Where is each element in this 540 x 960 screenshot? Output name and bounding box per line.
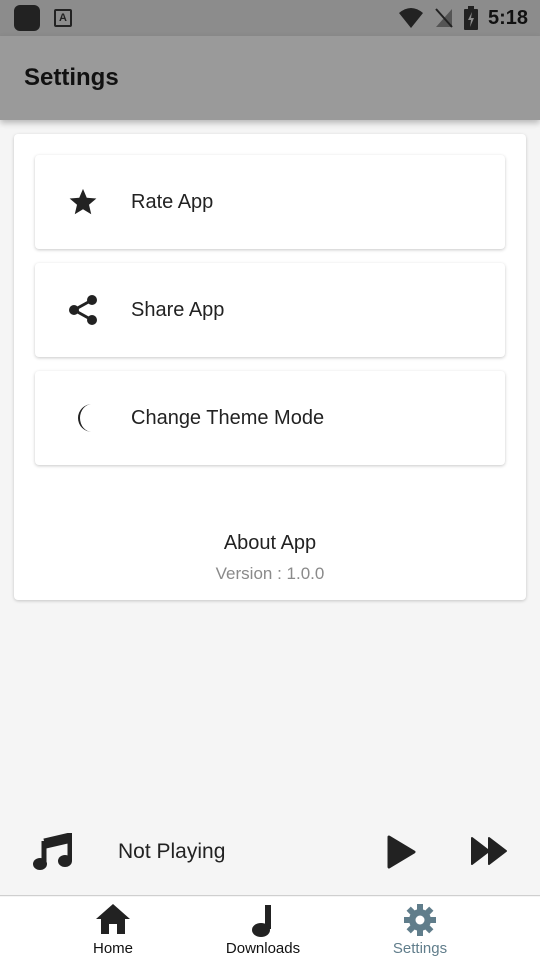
now-playing-text: Not Playing — [118, 840, 226, 863]
play-button[interactable] — [386, 835, 416, 874]
app-notification-icon — [14, 5, 40, 31]
share-icon — [35, 294, 131, 326]
share-app-option[interactable]: Share App — [35, 263, 505, 357]
nav-label: Home — [92, 940, 133, 957]
no-signal-icon — [435, 8, 453, 28]
status-icons: 5:18 — [398, 0, 528, 36]
mini-player: Not Playing — [0, 808, 540, 896]
nav-item-downloads[interactable]: Downloads — [188, 897, 338, 960]
fast-forward-button[interactable] — [470, 836, 508, 871]
option-label: Share App — [131, 298, 225, 321]
wifi-icon — [398, 8, 423, 28]
app-version: Version : 1.0.0 — [215, 564, 325, 583]
gear-icon — [345, 903, 495, 937]
rate-app-option[interactable]: Rate App — [35, 155, 505, 249]
page-title: Settings — [24, 64, 119, 91]
bottom-navigation: Home Downloads Settings — [0, 897, 540, 960]
home-icon — [38, 903, 188, 935]
nav-item-settings[interactable]: Settings — [345, 897, 495, 960]
star-icon — [35, 187, 131, 217]
nav-label: Downloads — [225, 940, 301, 957]
nav-label: Settings — [392, 940, 448, 957]
status-bar: A 5:18 — [0, 0, 540, 36]
battery-charging-icon — [463, 6, 478, 30]
moon-icon — [35, 402, 131, 434]
settings-card: Rate App Share App Change Theme Mode Abo… — [14, 134, 526, 600]
music-icon — [32, 831, 73, 876]
change-theme-option[interactable]: Change Theme Mode — [35, 371, 505, 465]
font-notification-icon: A — [54, 9, 72, 27]
nav-item-home[interactable]: Home — [38, 897, 188, 960]
option-label: Change Theme Mode — [131, 406, 325, 429]
app-bar: Settings — [0, 36, 540, 120]
status-time: 5:18 — [487, 6, 528, 29]
option-label: Rate App — [131, 190, 214, 213]
about-title: About App — [223, 532, 317, 554]
music-note-icon — [188, 903, 338, 937]
